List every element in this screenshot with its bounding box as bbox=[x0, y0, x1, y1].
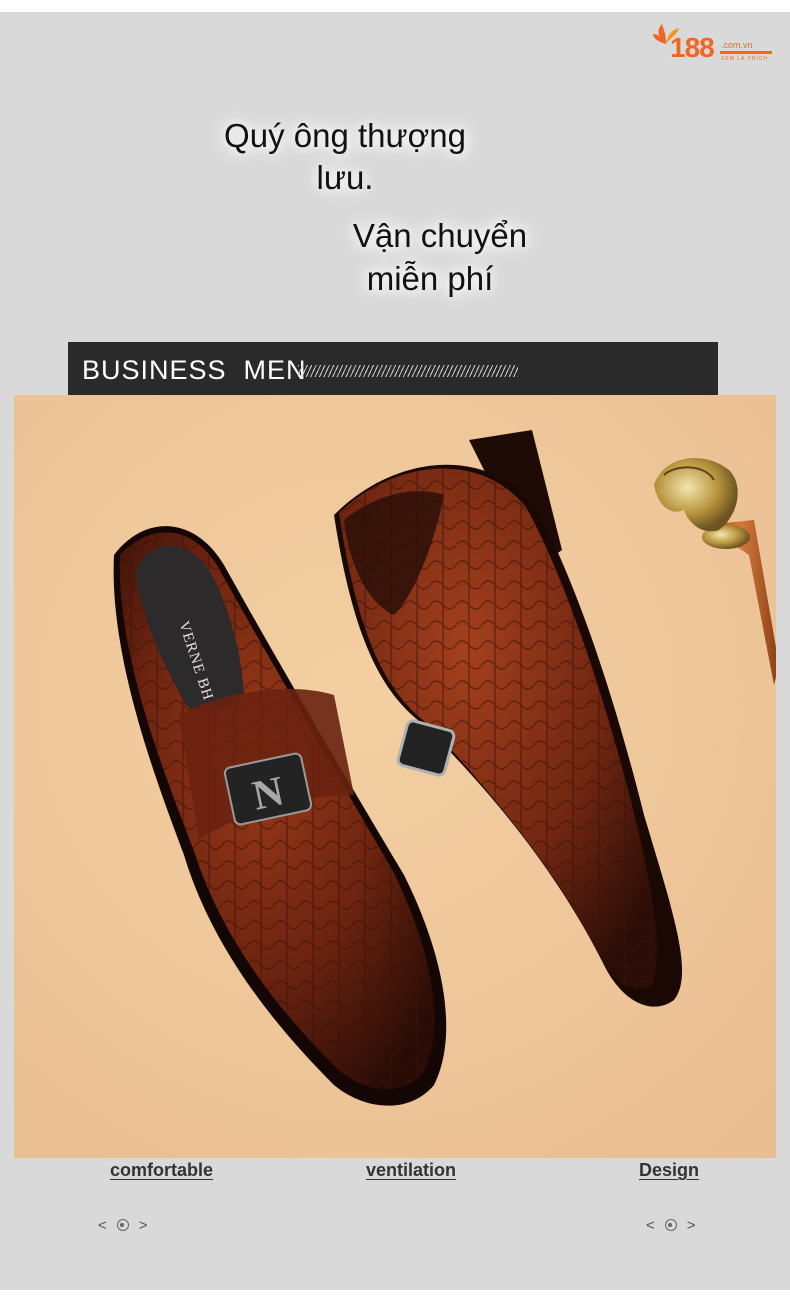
chevron-right-icon[interactable]: > bbox=[139, 1217, 148, 1234]
headline-line-2b: miễn phí bbox=[366, 260, 494, 297]
feature-comfortable[interactable]: comfortable bbox=[110, 1160, 213, 1181]
carousel-dot-icon[interactable] bbox=[116, 1219, 129, 1231]
feature-ventilation[interactable]: ventilation bbox=[366, 1160, 456, 1181]
page: 188 .com.vn XEM LÀ THÍCH Quý ông thượng … bbox=[0, 0, 790, 1300]
banner-title: BUSINESS MEN bbox=[82, 355, 307, 385]
logo-tagline: XEM LÀ THÍCH bbox=[721, 56, 768, 62]
headline-line-1b: lưu. bbox=[316, 159, 374, 196]
product-photo[interactable]: VERNE BH N bbox=[14, 395, 776, 1158]
headline-line-1a: Quý ông thượng bbox=[224, 117, 466, 154]
brand-logo[interactable]: 188 .com.vn XEM LÀ THÍCH bbox=[650, 20, 775, 70]
headline-line-2a: Vận chuyển bbox=[352, 217, 528, 254]
carousel-dot-icon[interactable] bbox=[664, 1219, 677, 1231]
chevron-left-icon[interactable]: < bbox=[98, 1217, 107, 1234]
logo-domain: .com.vn bbox=[721, 40, 753, 50]
banner-hatch-decoration bbox=[298, 365, 518, 377]
shoes-illustration: VERNE BH N bbox=[113, 430, 776, 1106]
logo-number: 188 bbox=[670, 32, 715, 63]
feature-design[interactable]: Design bbox=[639, 1160, 699, 1181]
section-banner: BUSINESS MEN bbox=[68, 342, 718, 395]
walking-cane bbox=[654, 458, 776, 685]
carousel-controls-left: < > bbox=[98, 1214, 148, 1236]
carousel-controls-right: < > bbox=[646, 1214, 696, 1236]
chevron-right-icon[interactable]: > bbox=[687, 1217, 696, 1234]
logo-underline bbox=[720, 51, 772, 54]
chevron-left-icon[interactable]: < bbox=[646, 1217, 655, 1234]
